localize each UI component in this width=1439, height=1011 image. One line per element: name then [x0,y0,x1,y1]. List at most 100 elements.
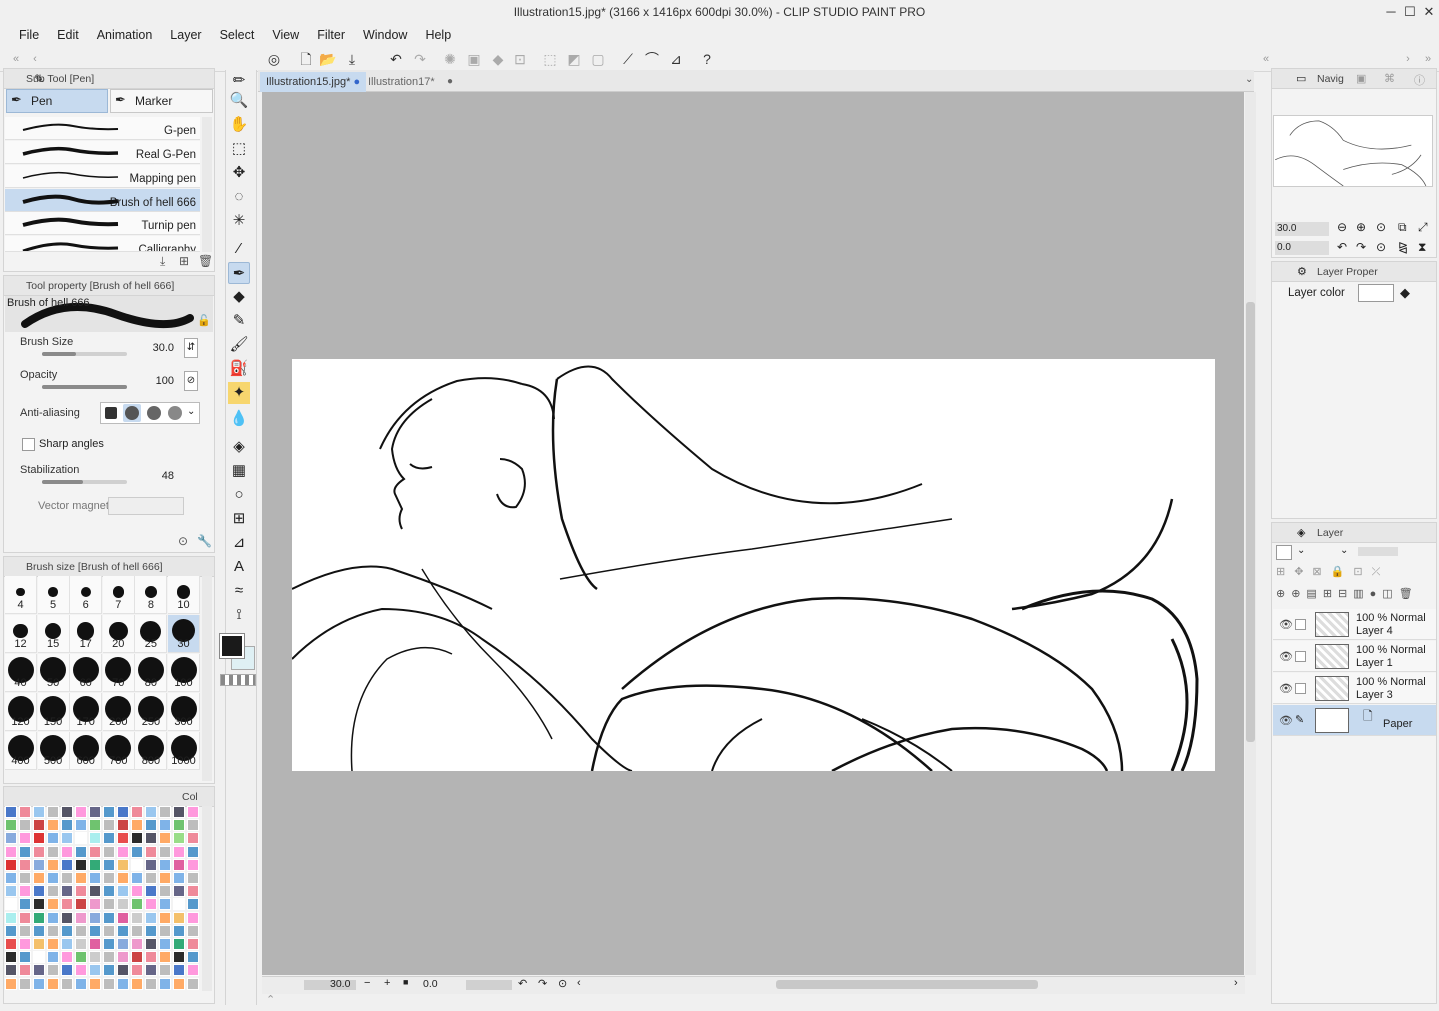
brush-size-cell[interactable]: 800 [135,732,168,770]
color-swatch[interactable] [75,872,87,884]
color-swatch[interactable] [159,832,171,845]
layer-lock-checkbox[interactable] [1295,651,1306,662]
rotate-left-icon[interactable]: ↶ [518,977,527,990]
color-swatch[interactable] [19,977,31,990]
color-swatch[interactable] [187,951,199,964]
color-swatch[interactable] [145,924,157,937]
color-swatch[interactable] [33,951,45,964]
color-swatch[interactable] [117,964,129,977]
color-swatch[interactable] [159,951,171,964]
color-swatch[interactable] [173,872,185,884]
ruler-snap-icon[interactable]: ⟋ [618,49,638,69]
color-swatch[interactable] [47,964,59,977]
artwork-canvas[interactable] [292,359,1215,771]
color-swatch[interactable] [173,806,185,818]
brush-size-cell[interactable]: 7 [102,576,135,614]
color-swatch[interactable] [187,819,199,832]
color-swatch[interactable] [5,872,17,884]
menu-animation[interactable]: Animation [88,25,162,45]
layer-lock-toolbar[interactable]: ⊞✥⊠🔒⊡⤫ [1276,565,1432,581]
color-swatch[interactable] [145,872,157,884]
color-swatch[interactable] [145,964,157,977]
color-swatch[interactable] [33,911,45,924]
decoration-icon[interactable]: ✦ [228,382,250,404]
color-swatch[interactable] [5,858,17,871]
chevron-down-icon[interactable]: ⌄ [187,406,195,417]
color-swatch[interactable] [61,872,73,884]
collapse-left-icon[interactable]: « [6,49,26,69]
color-swatch[interactable] [75,806,87,818]
color-swatch[interactable] [159,938,171,950]
color-swatch[interactable] [103,819,115,832]
color-swatch[interactable] [103,832,115,845]
opacity-slider[interactable] [42,385,127,389]
airbrush-icon[interactable]: ⛽ [228,358,250,380]
layer-row[interactable]: 👁 ✎ 🗋 Paper [1273,705,1436,736]
color-swatch[interactable] [145,911,157,924]
color-swatch[interactable] [61,938,73,950]
color-swatch[interactable] [103,964,115,977]
color-swatch[interactable] [173,977,185,990]
brush-size-cell[interactable]: 170 [70,693,103,731]
layer-property-tab-icon[interactable]: ⚙ [1297,265,1307,278]
color-swatch[interactable] [61,964,73,977]
color-swatch[interactable] [145,977,157,990]
color-swatch[interactable] [117,977,129,990]
color-swatch[interactable] [19,845,31,858]
color-swatch[interactable] [187,806,199,818]
clear-icon[interactable]: ▣ [464,49,484,69]
color-swatch[interactable] [103,911,115,924]
color-swatch[interactable] [131,858,143,871]
color-swatch[interactable] [145,806,157,818]
eraser-icon[interactable]: ◆ [228,286,250,308]
color-swatch[interactable] [131,911,143,924]
color-swatch[interactable] [89,924,101,937]
grid-snap-icon[interactable]: ⊿ [666,49,686,69]
color-swatch[interactable] [47,977,59,990]
brush-item-g-pen[interactable]: G-pen [5,117,200,140]
nav-rotate-left-icon[interactable]: ↶ [1337,240,1347,254]
new-file-icon[interactable]: 🗋 [296,49,316,69]
brush-size-cell[interactable]: 70 [102,654,135,692]
brush-size-cell[interactable]: 600 [70,732,103,770]
color-swatch[interactable] [173,885,185,898]
color-swatch[interactable] [47,858,59,871]
color-swatch[interactable] [187,938,199,950]
antialias-strong-icon[interactable] [168,406,182,420]
color-swatch[interactable] [75,911,87,924]
color-swatch[interactable] [75,898,87,911]
color-swatch[interactable] [159,898,171,911]
color-swatch[interactable] [61,924,73,937]
color-swatch[interactable] [187,924,199,937]
layer-lock-checkbox[interactable] [1295,683,1306,694]
color-swatch[interactable] [131,885,143,898]
navigator-thumbnail[interactable] [1273,115,1433,187]
color-swatch[interactable] [5,819,17,832]
brush-size-cell[interactable]: 30 [168,615,200,653]
show-selection-icon[interactable]: ▢ [588,49,608,69]
navigator-tab-icon[interactable]: ▭ [1296,72,1306,85]
color-swatch[interactable] [33,845,45,858]
lock-icon[interactable]: 🔓 [197,314,211,327]
brush-size-cell[interactable]: 150 [37,693,70,731]
brush-size-cell[interactable]: 15 [37,615,70,653]
color-swatch[interactable] [47,911,59,924]
color-swatch[interactable] [187,885,199,898]
color-swatch[interactable] [33,924,45,937]
color-swatch[interactable] [187,911,199,924]
brush-size-cell[interactable]: 700 [102,732,135,770]
color-swatch[interactable] [187,832,199,845]
zoom-out-icon[interactable]: − [364,977,370,989]
menu-filter[interactable]: Filter [308,25,354,45]
color-set-scrollbar[interactable] [202,806,212,991]
color-swatch[interactable] [159,977,171,990]
brush-size-cell[interactable]: 400 [5,732,37,770]
help-icon[interactable]: ? [697,49,717,69]
brush-size-cell[interactable]: 10 [168,576,200,614]
color-swatch[interactable] [173,845,185,858]
scroll-right-icon[interactable]: › [1234,977,1238,989]
special-ruler-snap-icon[interactable]: ⌒ [642,49,662,69]
layer-lock-checkbox[interactable] [1295,619,1306,630]
brush-size-cell[interactable]: 5 [37,576,70,614]
color-swatch[interactable] [117,872,129,884]
